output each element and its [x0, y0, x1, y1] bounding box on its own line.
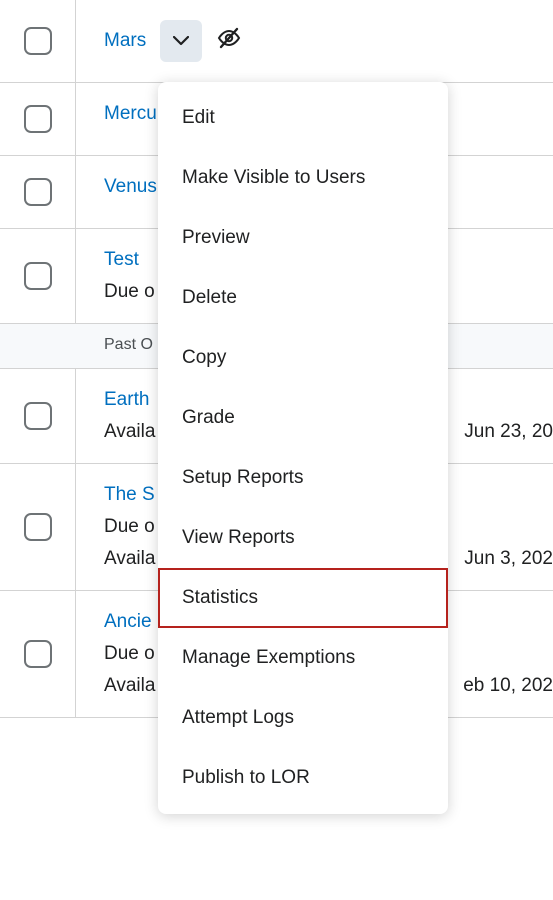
row-checkbox[interactable] — [24, 513, 52, 541]
checkbox-cell — [0, 0, 76, 82]
item-link[interactable]: Ancie — [104, 611, 152, 633]
item-link[interactable]: Mercu — [104, 103, 157, 125]
row-checkbox[interactable] — [24, 640, 52, 668]
actions-dropdown-button[interactable] — [160, 20, 202, 62]
item-link[interactable]: Venus — [104, 176, 157, 198]
row-checkbox[interactable] — [24, 178, 52, 206]
menu-item-manage-exemptions[interactable]: Manage Exemptions — [158, 628, 448, 688]
menu-item-delete[interactable]: Delete — [158, 268, 448, 328]
menu-item-grade[interactable]: Grade — [158, 388, 448, 448]
menu-item-view-reports[interactable]: View Reports — [158, 508, 448, 568]
row-checkbox[interactable] — [24, 402, 52, 430]
menu-item-copy[interactable]: Copy — [158, 328, 448, 388]
row-checkbox[interactable] — [24, 105, 52, 133]
menu-item-attempt-logs[interactable]: Attempt Logs — [158, 688, 448, 748]
row-main: Mars — [76, 0, 553, 82]
item-link[interactable]: Earth — [104, 389, 149, 411]
item-link[interactable]: Test — [104, 249, 139, 271]
checkbox-cell — [0, 156, 76, 228]
date-text: Jun 23, 20 — [464, 369, 553, 463]
date-text: eb 10, 202 — [463, 591, 553, 717]
checkbox-cell — [0, 464, 76, 590]
chevron-down-icon — [173, 30, 189, 52]
checkbox-cell — [0, 591, 76, 717]
section-label: Past O — [76, 324, 171, 368]
table-row: Mars — [0, 0, 553, 83]
row-checkbox[interactable] — [24, 27, 52, 55]
checkbox-cell — [0, 369, 76, 463]
item-link[interactable]: Mars — [104, 30, 146, 52]
checkbox-cell — [0, 83, 76, 155]
menu-item-edit[interactable]: Edit — [158, 88, 448, 148]
menu-item-setup-reports[interactable]: Setup Reports — [158, 448, 448, 508]
menu-item-make-visible[interactable]: Make Visible to Users — [158, 148, 448, 208]
item-link[interactable]: The S — [104, 484, 155, 506]
menu-item-preview[interactable]: Preview — [158, 208, 448, 268]
title-line: Mars — [104, 20, 535, 62]
hidden-icon — [216, 25, 242, 57]
checkbox-cell — [0, 324, 76, 368]
menu-item-publish-to-lor[interactable]: Publish to LOR — [158, 748, 448, 808]
menu-item-statistics[interactable]: Statistics — [158, 568, 448, 628]
date-text: Jun 3, 202 — [464, 464, 553, 590]
actions-dropdown-menu: Edit Make Visible to Users Preview Delet… — [158, 82, 448, 814]
checkbox-cell — [0, 229, 76, 323]
row-checkbox[interactable] — [24, 262, 52, 290]
